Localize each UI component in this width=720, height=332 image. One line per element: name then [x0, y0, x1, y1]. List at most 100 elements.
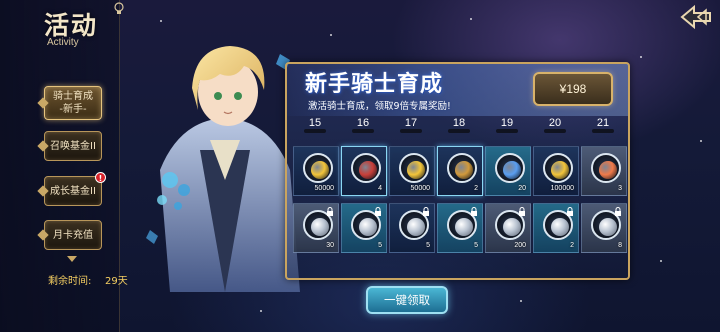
locked-reward-slot[interactable]: 5 — [437, 203, 483, 253]
day-label: 21 — [596, 117, 610, 129]
reward-slot[interactable]: 3 — [581, 146, 627, 196]
sidebar-item-label: 骑士育成 — [53, 91, 93, 102]
progress-track — [496, 129, 518, 133]
item-quantity: 4 — [378, 185, 382, 192]
lock-icon — [375, 207, 381, 216]
treasure-pile-icon — [455, 161, 473, 179]
day-label: 16 — [356, 117, 370, 129]
day-header: 15 16 17 18 19 20 21 — [290, 117, 625, 137]
item-quantity: 20 — [518, 185, 526, 192]
item-frame — [351, 153, 381, 183]
day-label: 17 — [404, 117, 418, 129]
item-quantity: 50000 — [410, 185, 430, 192]
sidebar-item-label: 成长基金II — [50, 185, 96, 197]
banner-subtitle: 激活骑士育成，领取9倍专属奖励! — [308, 101, 451, 112]
lock-icon — [615, 207, 621, 216]
lock-icon — [471, 207, 477, 216]
sidebar-item-label: 月卡充值 — [53, 229, 93, 241]
locked-reward-slot[interactable]: 2 — [533, 203, 579, 253]
star-decoration — [260, 310, 262, 312]
reward-slot[interactable]: 50000 — [389, 146, 435, 196]
day-label: 18 — [452, 117, 466, 129]
reward-slot[interactable]: 100000 — [533, 146, 579, 196]
reward-slot[interactable]: 2 — [437, 146, 483, 196]
locked-reward-slot[interactable]: 8 — [581, 203, 627, 253]
item-frame — [591, 153, 621, 183]
purchase-price-button[interactable]: ¥198 — [533, 72, 613, 106]
page-subtitle: Activity — [47, 37, 79, 48]
progress-track — [352, 129, 374, 133]
lock-icon — [327, 207, 333, 216]
sidebar-item-knight-training[interactable]: 骑士育成 -新手- — [37, 86, 102, 120]
lock-icon — [567, 207, 573, 216]
item-frame — [303, 153, 333, 183]
gold-coin-icon — [551, 161, 569, 179]
sidebar-item-summon-fund[interactable]: 召唤基金II — [37, 131, 102, 161]
locked-reward-slot[interactable]: 5 — [341, 203, 387, 253]
silver-wings-icon — [455, 218, 473, 236]
banner-title: 新手骑士育成 — [305, 72, 444, 97]
gold-coin-icon — [311, 161, 329, 179]
silver-ore-icon — [311, 218, 329, 236]
item-quantity: 200 — [514, 242, 526, 249]
day-label: 20 — [548, 117, 562, 129]
sidebar-item-monthly-card[interactable]: 月卡充值 — [37, 220, 102, 250]
lock-icon — [423, 207, 429, 216]
star-decoration — [520, 300, 522, 302]
item-quantity: 100000 — [550, 185, 574, 192]
star-decoration — [700, 140, 702, 142]
silver-star-icon — [551, 218, 569, 236]
lightbulb-icon[interactable] — [113, 2, 125, 16]
remaining-time-label: 剩余时间: — [48, 276, 92, 287]
gold-coin-icon — [407, 161, 425, 179]
remaining-time-value: 29天 — [105, 276, 128, 287]
orange-gem-icon — [599, 161, 617, 179]
locked-reward-slot[interactable]: 5 — [389, 203, 435, 253]
item-quantity: 5 — [426, 242, 430, 249]
progress-track — [592, 129, 614, 133]
locked-reward-slot[interactable]: 200 — [485, 203, 531, 253]
day-label: 19 — [500, 117, 514, 129]
locked-reward-slot[interactable]: 30 — [293, 203, 339, 253]
day-label: 15 — [308, 117, 322, 129]
item-frame — [543, 153, 573, 183]
back-arrow-icon[interactable] — [676, 4, 716, 30]
reward-slot[interactable]: 20 — [485, 146, 531, 196]
item-frame — [447, 153, 477, 183]
progress-track — [448, 129, 470, 133]
silver-book-icon — [407, 218, 425, 236]
progress-track — [544, 129, 566, 133]
progress-track — [304, 129, 326, 133]
item-quantity: 50000 — [314, 185, 334, 192]
item-frame — [495, 153, 525, 183]
star-decoration — [330, 34, 332, 36]
chevron-down-icon[interactable] — [67, 256, 77, 262]
star-decoration — [660, 260, 662, 262]
item-quantity: 5 — [378, 242, 382, 249]
activity-screen: 活动 Activity 骑士育成 -新手- 召唤基金II 成长基金II ! 月卡… — [0, 0, 720, 332]
sidebar-item-growth-fund[interactable]: 成长基金II ! — [37, 172, 106, 206]
blue-crystal-icon — [503, 161, 521, 179]
lock-icon — [519, 207, 525, 216]
item-quantity: 5 — [474, 242, 478, 249]
star-decoration — [640, 56, 642, 58]
item-quantity: 3 — [618, 185, 622, 192]
silver-shard-icon — [503, 218, 521, 236]
reward-slot[interactable]: 50000 — [293, 146, 339, 196]
sidebar-item-sublabel: -新手- — [59, 104, 87, 115]
item-quantity: 2 — [474, 185, 478, 192]
claim-all-button[interactable]: 一键领取 — [366, 286, 448, 314]
progress-track — [400, 129, 422, 133]
silver-mount-icon — [359, 218, 377, 236]
star-decoration — [160, 20, 162, 22]
silver-chest-icon — [599, 218, 617, 236]
item-quantity: 8 — [618, 242, 622, 249]
red-potion-icon — [359, 161, 377, 179]
notification-badge: ! — [95, 172, 106, 183]
star-decoration — [470, 18, 472, 20]
item-quantity: 30 — [326, 242, 334, 249]
item-frame — [399, 153, 429, 183]
reward-slot[interactable]: 4 — [341, 146, 387, 196]
item-quantity: 2 — [570, 242, 574, 249]
sidebar-item-label: 召唤基金II — [50, 140, 96, 152]
